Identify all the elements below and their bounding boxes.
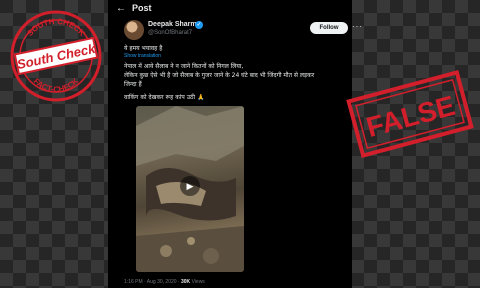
svg-text:FACT-CHECK: FACT-CHECK (32, 76, 81, 94)
views-count: 30K (180, 279, 191, 285)
video-player[interactable]: ▶ (136, 106, 244, 272)
south-check-logo: SOUTH CHECK FACT-CHECK South Check (10, 10, 102, 102)
show-translation-link[interactable]: Show translation (124, 53, 161, 59)
author-handle[interactable]: @SonOfBharat7 (148, 30, 192, 36)
post-text-line: लेकिन कुछ ऐसे भी है जो सैलाब के गुजर जान… (124, 72, 315, 79)
post-text-line: ये हमय भयावह है (124, 45, 163, 52)
post-title: Post (132, 3, 152, 13)
post-timestamp: 1:16 PM · Aug 30, 2020 · (124, 279, 180, 285)
post-header: ← Post (108, 0, 352, 18)
post-meta: 1:16 PM · Aug 30, 2020 · 30K Views (124, 279, 205, 285)
logo-top-text: SOUTH CHECK (25, 17, 87, 38)
post-panel: ← Post Deepak Sharma ✓ @SonOfBharat7 Fol… (108, 0, 362, 288)
verified-badge-icon: ✓ (195, 21, 203, 29)
post-text-line: नेपाल में आये सैलाब ने न जाने कितनों को … (124, 63, 244, 70)
post-text-line: जिन्दा हैं (124, 81, 142, 88)
play-icon[interactable]: ▶ (180, 176, 200, 196)
logo-bottom-text: FACT-CHECK (32, 76, 81, 94)
avatar[interactable] (124, 20, 144, 40)
author-row: Deepak Sharma ✓ @SonOfBharat7 Follow ··· (124, 20, 362, 42)
follow-button[interactable]: Follow (310, 22, 348, 34)
back-arrow-icon[interactable]: ← (116, 3, 126, 14)
views-label: Views (191, 279, 205, 285)
author-name[interactable]: Deepak Sharma (148, 21, 201, 28)
svg-text:SOUTH CHECK: SOUTH CHECK (25, 17, 87, 38)
post-text-line: वाकिंग को देखकर रूह कांप उठी 🙏 (124, 94, 205, 101)
more-options-icon[interactable]: ··· (352, 22, 363, 31)
